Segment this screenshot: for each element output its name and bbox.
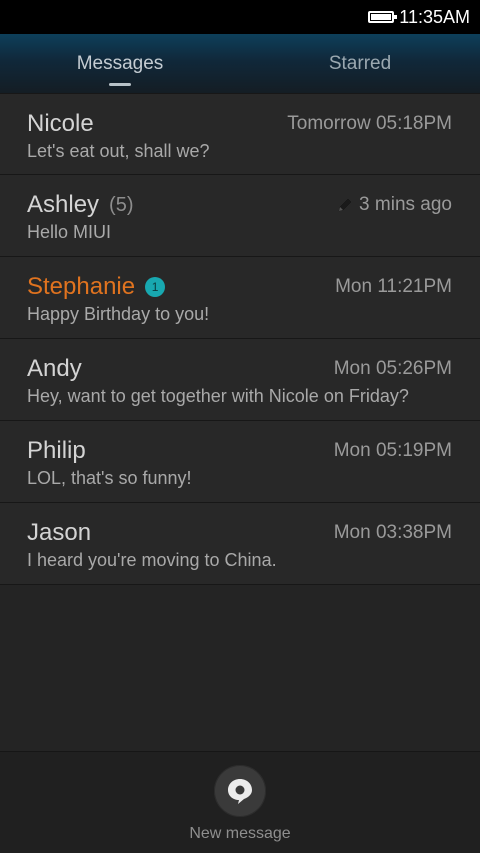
message-preview: I heard you're moving to China. [27, 550, 277, 570]
pencil-icon [338, 198, 352, 212]
bottom-bar: New message [0, 751, 480, 853]
message-time: Mon 11:21PM [335, 276, 452, 297]
conversation-row[interactable]: Ashley (5) 3 mins ago Hello MIUI [0, 175, 480, 257]
conversation-row[interactable]: Jason Mon 03:38PM I heard you're moving … [0, 503, 480, 585]
message-time: Mon 05:26PM [333, 358, 452, 379]
tab-messages[interactable]: Messages [0, 34, 240, 93]
contact-name: Nicole [27, 110, 94, 137]
contact-name: Andy [27, 355, 82, 382]
new-message-button[interactable] [214, 765, 266, 817]
contact-name: Stephanie [27, 273, 136, 300]
conversation-list: Nicole Tomorrow 05:18PM Let's eat out, s… [0, 93, 480, 585]
message-time: Mon 05:19PM [333, 440, 452, 461]
message-count: (5) [109, 193, 134, 216]
message-time: Mon 03:38PM [333, 522, 452, 543]
conversation-row[interactable]: Andy Mon 05:26PM Hey, want to get togeth… [0, 339, 480, 421]
contact-name: Ashley [27, 191, 100, 218]
message-preview: Hey, want to get together with Nicole on… [27, 386, 409, 406]
active-tab-indicator [109, 83, 131, 86]
conversation-row[interactable]: Philip Mon 05:19PM LOL, that's so funny! [0, 421, 480, 503]
status-clock: 11:35AM [399, 6, 470, 27]
unread-badge: 1 [145, 277, 166, 297]
message-time: 3 mins ago [359, 194, 452, 215]
conversation-row[interactable]: Stephanie 1 Mon 11:21PM Happy Birthday t… [0, 257, 480, 339]
message-preview: Happy Birthday to you! [27, 304, 210, 324]
battery-full-icon [368, 11, 398, 23]
message-time: Tomorrow 05:18PM [287, 113, 452, 134]
contact-name: Philip [27, 437, 86, 464]
message-preview: Hello MIUI [27, 222, 112, 242]
tab-bar: Messages Starred [0, 34, 480, 93]
message-preview: LOL, that's so funny! [27, 468, 192, 488]
status-bar: 11:35AM [0, 0, 480, 34]
new-message-label: New message [189, 825, 291, 842]
message-preview: Let's eat out, shall we? [27, 141, 210, 161]
chat-bubble-icon [228, 779, 252, 804]
tab-messages-label: Messages [76, 52, 164, 74]
tab-starred[interactable]: Starred [240, 34, 480, 93]
contact-name: Jason [27, 519, 92, 546]
tab-starred-label: Starred [328, 52, 392, 74]
conversation-row[interactable]: Nicole Tomorrow 05:18PM Let's eat out, s… [0, 93, 480, 175]
